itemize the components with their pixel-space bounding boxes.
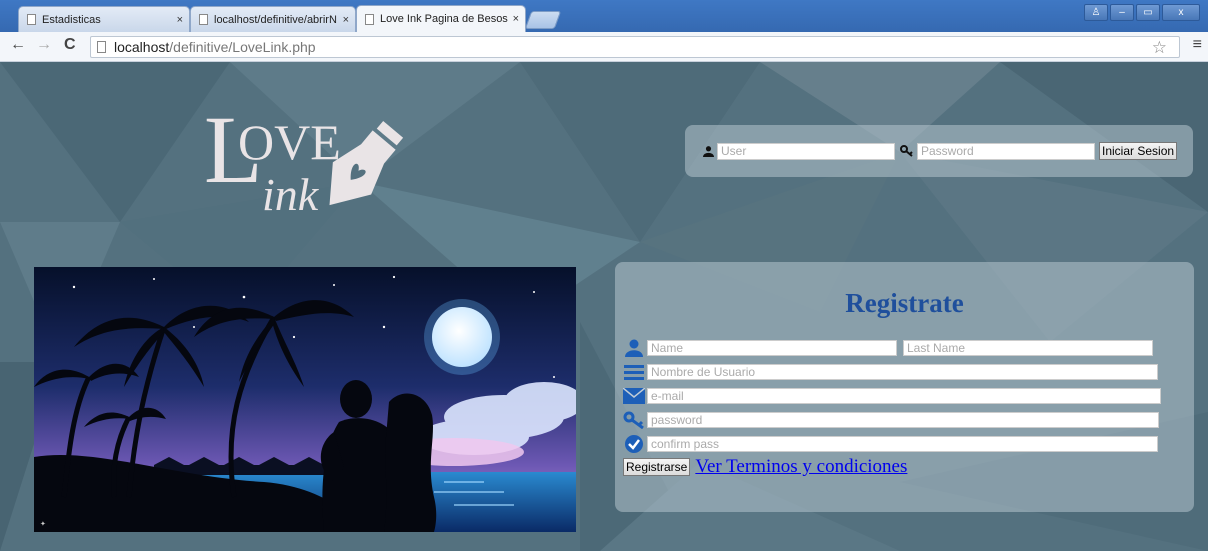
reload-button[interactable]: C [64, 36, 76, 54]
bookmark-star-icon[interactable]: ☆ [1152, 38, 1167, 58]
user-icon [623, 338, 645, 358]
forward-button[interactable]: → [36, 36, 52, 54]
browser-tab-bar: Estadisticas × localhost/definitive/abri… [0, 0, 1208, 32]
register-password-input[interactable] [647, 412, 1159, 428]
register-title: Registrate [845, 288, 964, 318]
register-name-input[interactable] [647, 340, 897, 356]
register-confirm-input[interactable] [647, 436, 1158, 452]
tab-love-ink[interactable]: Love Ink Pagina de Besos × [356, 5, 526, 32]
register-submit-button[interactable]: Registrarse [623, 458, 691, 476]
login-form: Iniciar Sesion [703, 142, 1178, 160]
tab-estadisticas[interactable]: Estadisticas × [18, 6, 190, 32]
browser-toolbar: ← → C localhost /definitive/LoveLink.php… [0, 32, 1208, 62]
url-path: /definitive/LoveLink.php [169, 39, 316, 55]
maximize-button[interactable]: ▭ [1136, 4, 1160, 21]
tab-abrir[interactable]: localhost/definitive/abrirN × [190, 6, 356, 32]
svg-text:✦: ✦ [40, 520, 46, 528]
tab-label: localhost/definitive/abrirN [214, 13, 337, 26]
register-email-input[interactable] [647, 388, 1161, 404]
tab-close-icon[interactable]: × [513, 13, 519, 25]
window-controls: ♙ – ▭ x [1084, 4, 1200, 21]
address-bar[interactable]: localhost /definitive/LoveLink.php ☆ [90, 36, 1180, 58]
register-actions: Registrarse Ver Terminos y condiciones [623, 456, 907, 478]
page-icon [27, 14, 36, 25]
new-tab-button[interactable] [524, 11, 562, 29]
terms-link[interactable]: Ver Terminos y condiciones [695, 456, 907, 478]
check-circle-icon [623, 434, 645, 454]
name-row [623, 338, 1153, 358]
logo-ink: ink [262, 169, 320, 214]
romantic-beach-image: ✦ [34, 267, 576, 532]
key-icon [623, 410, 645, 430]
tab-close-icon[interactable]: × [177, 14, 183, 26]
login-user-input[interactable] [717, 142, 895, 160]
login-panel: Iniciar Sesion [685, 125, 1193, 177]
username-row [623, 362, 1158, 382]
list-icon [623, 362, 645, 382]
register-panel: Registrate Name Last Name Nombre de Usua… [615, 262, 1194, 512]
love-link-logo: L OVE ink [204, 104, 404, 214]
email-row [623, 386, 1161, 406]
page-icon [97, 41, 106, 53]
browser-menu-icon[interactable]: ≡ [1193, 36, 1202, 54]
user-profile-button[interactable]: ♙ [1084, 4, 1108, 21]
tab-label: Estadisticas [42, 13, 101, 26]
tab-label: Love Ink Pagina de Besos [380, 13, 508, 25]
page-content: L OVE ink Iniciar Sesion [0, 62, 1208, 551]
key-icon [900, 145, 913, 157]
login-submit-button[interactable]: Iniciar Sesion [1099, 142, 1178, 160]
close-window-button[interactable]: x [1162, 4, 1200, 21]
password-row [623, 410, 1159, 430]
url-host: localhost [114, 39, 170, 55]
minimize-button[interactable]: – [1110, 4, 1134, 21]
back-button[interactable]: ← [10, 36, 26, 54]
register-last-name-input[interactable] [903, 340, 1153, 356]
confirm-row [623, 434, 1158, 454]
tab-close-icon[interactable]: × [343, 14, 349, 26]
user-icon [703, 145, 714, 157]
login-password-input[interactable] [917, 142, 1095, 160]
page-icon [365, 13, 374, 25]
page-icon [199, 14, 208, 25]
register-username-input[interactable] [647, 364, 1158, 380]
logo-ove: OVE [238, 114, 341, 170]
envelope-icon [623, 386, 645, 406]
